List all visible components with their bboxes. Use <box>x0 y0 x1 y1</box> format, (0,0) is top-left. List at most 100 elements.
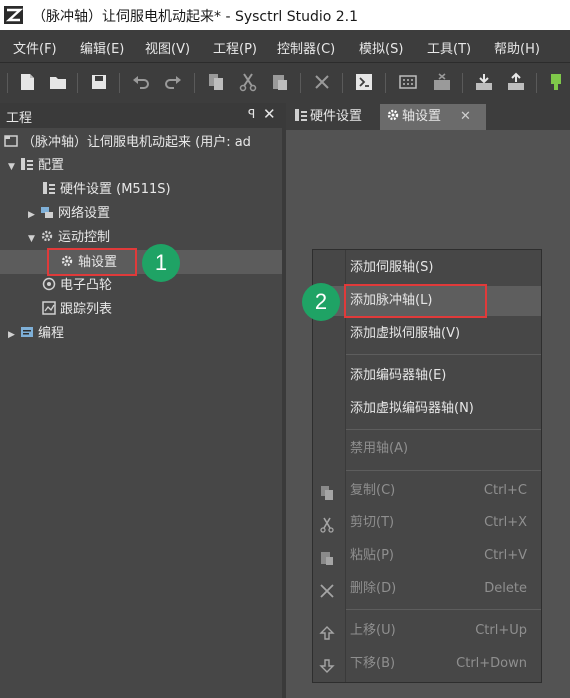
close-tab-icon[interactable]: ✕ <box>460 104 471 130</box>
expanded-arrow-icon[interactable]: ▼ <box>28 228 40 250</box>
delete-icon <box>319 581 335 598</box>
online-icon[interactable] <box>546 72 566 92</box>
menu-item-add-virtual-servo-axis[interactable]: 添加虚拟伺服轴(V) <box>313 319 541 349</box>
tree-selection-highlight <box>0 250 282 274</box>
tree-item-trace[interactable]: 跟踪列表 <box>42 299 112 321</box>
menu-item-cut[interactable]: 剪切(T) Ctrl+X <box>313 508 541 538</box>
tree-item-motion[interactable]: ▼ 运动控制 <box>28 227 110 249</box>
window-title: （脉冲轴）让伺服电机动起来* - Sysctrl Studio 2.1 <box>32 9 359 25</box>
gear-icon <box>40 229 54 243</box>
tree-item-network[interactable]: ▶ 网络设置 <box>28 203 110 225</box>
project-pane-title: 工程 <box>6 111 33 126</box>
tree-label-program: 编程 <box>38 326 65 341</box>
cam-icon <box>42 277 56 291</box>
redo-icon[interactable] <box>163 72 183 92</box>
menu-file[interactable]: 文件(F) <box>13 38 57 57</box>
cut-icon[interactable] <box>238 72 258 92</box>
tree-item-cam[interactable]: 电子凸轮 <box>42 275 112 297</box>
menu-item-label: 禁用轴(A) <box>350 441 409 456</box>
menu-item-shortcut: Ctrl+V <box>484 548 527 563</box>
tab-label: 轴设置 <box>402 109 442 124</box>
tab-hardware-settings[interactable]: 硬件设置 <box>290 104 382 130</box>
menu-item-move-up[interactable]: 上移(U) Ctrl+Up <box>313 616 541 646</box>
menu-item-paste[interactable]: 粘贴(P) Ctrl+V <box>313 541 541 571</box>
menu-item-add-virtual-encoder-axis[interactable]: 添加虚拟编码器轴(N) <box>313 394 541 424</box>
save-icon[interactable] <box>89 72 109 92</box>
delete-icon[interactable] <box>312 72 332 92</box>
menu-simulate[interactable]: 模拟(S) <box>359 38 403 57</box>
program-icon <box>20 325 34 339</box>
collapsed-arrow-icon[interactable]: ▶ <box>28 204 40 226</box>
menu-item-label: 添加虚拟伺服轴(V) <box>350 326 461 341</box>
cut-icon <box>319 515 335 533</box>
step-badge-1: 1 <box>142 244 180 282</box>
menu-item-shortcut: Ctrl+X <box>484 515 527 530</box>
tree-label-network: 网络设置 <box>58 206 111 221</box>
menu-edit[interactable]: 编辑(E) <box>80 38 124 57</box>
toolbar <box>0 62 570 103</box>
tab-axis-settings[interactable]: 轴设置 ✕ <box>380 104 486 130</box>
menu-controller[interactable]: 控制器(C) <box>277 38 335 57</box>
gear-icon <box>386 106 400 121</box>
menu-project[interactable]: 工程(P) <box>213 38 257 57</box>
toolbar-separator <box>77 73 78 93</box>
expanded-arrow-icon[interactable]: ▼ <box>8 156 20 178</box>
menu-item-label: 添加伺服轴(S) <box>350 260 434 275</box>
menu-item-label: 复制(C) <box>350 483 396 498</box>
tree-item-program[interactable]: ▶ 编程 <box>8 323 64 345</box>
menu-help[interactable]: 帮助(H) <box>494 38 540 57</box>
hardware-icon <box>294 106 308 121</box>
upload-icon[interactable] <box>506 72 526 92</box>
menu-item-add-encoder-axis[interactable]: 添加编码器轴(E) <box>313 361 541 391</box>
device-remove-icon[interactable] <box>432 72 452 92</box>
menu-item-add-servo-axis[interactable]: 添加伺服轴(S) <box>313 253 541 283</box>
menu-separator <box>346 470 541 471</box>
close-pane-icon[interactable]: ✕ <box>263 105 276 123</box>
hardware-icon <box>42 181 56 195</box>
pin-icon[interactable]: ꟼ <box>248 107 255 121</box>
device-grid-icon[interactable] <box>398 72 418 92</box>
menu-item-label: 添加编码器轴(E) <box>350 368 447 383</box>
toolbar-separator <box>119 73 120 93</box>
paste-icon[interactable] <box>270 72 290 92</box>
toolbar-separator <box>462 73 463 93</box>
tree-item-hardware[interactable]: 硬件设置 (M511S) <box>42 179 171 201</box>
menu-tools[interactable]: 工具(T) <box>427 38 471 57</box>
menu-item-disable-axis[interactable]: 禁用轴(A) <box>313 434 541 464</box>
menu-separator <box>346 354 541 355</box>
menu-item-copy[interactable]: 复制(C) Ctrl+C <box>313 476 541 506</box>
menu-item-label: 上移(U) <box>350 623 396 638</box>
toolbar-separator <box>300 73 301 93</box>
menu-item-delete[interactable]: 删除(D) Delete <box>313 574 541 604</box>
tree-item-root[interactable]: （脉冲轴）让伺服电机动起来 (用户: ad <box>4 132 251 154</box>
new-file-icon[interactable] <box>17 72 37 92</box>
menu-separator <box>346 609 541 610</box>
menu-item-label: 删除(D) <box>350 581 397 596</box>
project-pane: 工程 ꟼ ✕ （脉冲轴）让伺服电机动起来 (用户: ad ▼ 配置 硬件设置 (M… <box>0 103 282 698</box>
paste-icon <box>319 548 335 565</box>
menu-view[interactable]: 视图(V) <box>145 38 190 57</box>
open-folder-icon[interactable] <box>48 72 68 92</box>
tree-label-cam: 电子凸轮 <box>60 278 113 293</box>
menu-item-label: 剪切(T) <box>350 515 395 530</box>
network-icon <box>40 205 54 219</box>
highlight-box-add-pulse-axis <box>344 284 487 318</box>
tree-label-hardware: 硬件设置 (M511S) <box>60 182 171 197</box>
project-pane-header: 工程 ꟼ ✕ <box>0 103 282 128</box>
collapsed-arrow-icon[interactable]: ▶ <box>8 324 20 346</box>
toolbar-separator <box>342 73 343 93</box>
toolbar-separator <box>7 73 8 93</box>
menu-separator <box>346 429 541 430</box>
menu-item-move-down[interactable]: 下移(B) Ctrl+Down <box>313 649 541 679</box>
highlight-box-axis-settings <box>47 248 137 276</box>
compile-icon[interactable] <box>354 72 374 92</box>
menu-item-label: 下移(B) <box>350 656 396 671</box>
toolbar-separator <box>194 73 195 93</box>
tree-label-config: 配置 <box>38 158 65 173</box>
download-icon[interactable] <box>474 72 494 92</box>
tree-item-config[interactable]: ▼ 配置 <box>8 155 64 177</box>
menu-bar: 文件(F) 编辑(E) 视图(V) 工程(P) 控制器(C) 模拟(S) 工具(… <box>0 30 570 62</box>
tree-label-motion: 运动控制 <box>58 230 111 245</box>
copy-icon[interactable] <box>206 72 226 92</box>
undo-icon[interactable] <box>131 72 151 92</box>
